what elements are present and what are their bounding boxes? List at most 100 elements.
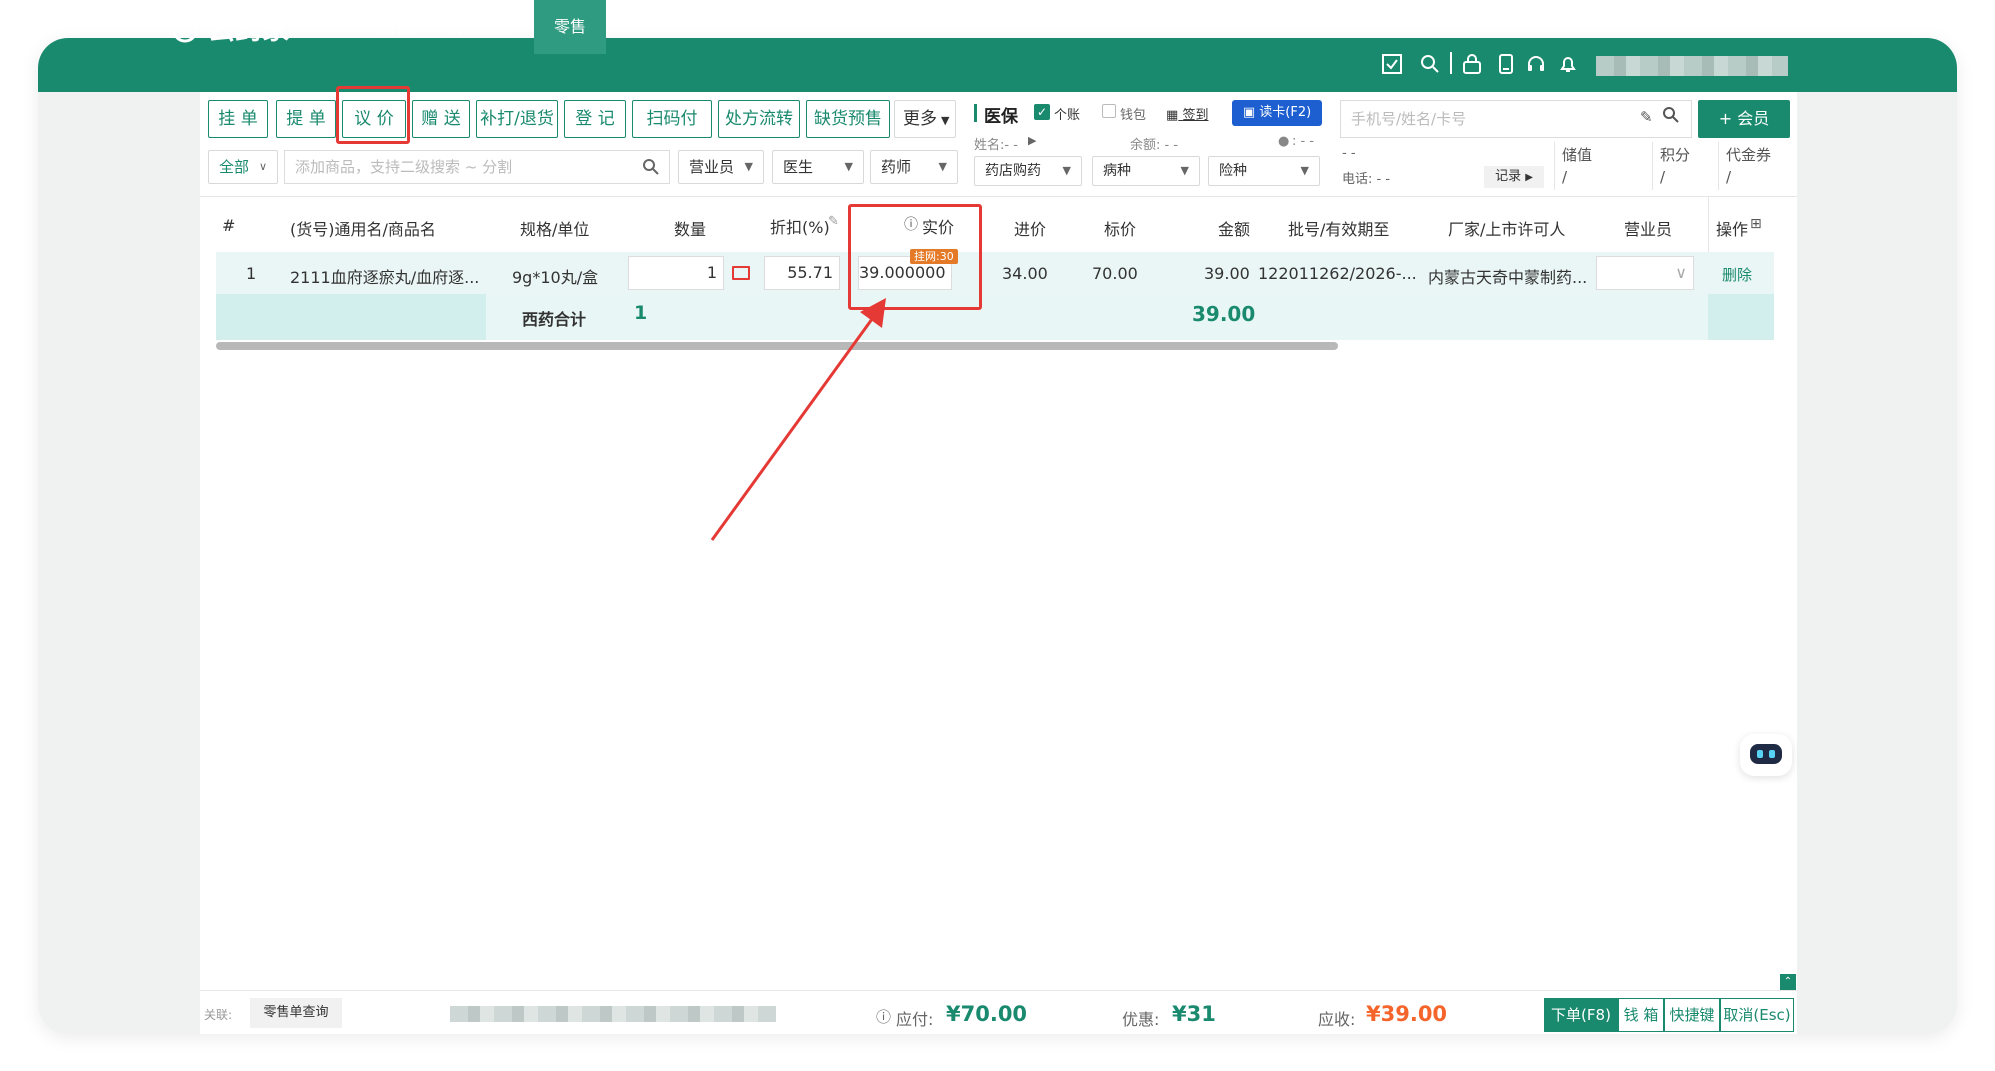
caret-down-icon: ▼: [938, 160, 947, 173]
payable-value: ¥70.00: [946, 1002, 1028, 1026]
col-header-purchase-price[interactable]: 进价: [1014, 216, 1046, 240]
tab-retail[interactable]: 零售: [534, 0, 606, 54]
discount-label: 优惠:: [1122, 1010, 1160, 1029]
insurance-type-value: 险种: [1219, 163, 1247, 179]
user-info-blurred: [1596, 56, 1788, 76]
tab-home[interactable]: 首页: [370, 0, 422, 54]
col-header-qty[interactable]: 数量: [674, 216, 706, 240]
receivable-value: ¥39.00: [1366, 1002, 1448, 1026]
row-index: 1: [246, 264, 257, 283]
calendar-icon: ▦: [1166, 108, 1179, 123]
device-icon[interactable]: [1496, 54, 1516, 78]
stored-value: /: [1562, 168, 1568, 186]
location-icon: ●: [1278, 134, 1290, 149]
order-query-button[interactable]: 零售单查询: [250, 998, 342, 1028]
record-label: 记录: [1495, 169, 1522, 184]
col-header-list-price[interactable]: 标价: [1104, 216, 1136, 240]
signin-link[interactable]: ▦ 签到: [1166, 104, 1208, 123]
tab-price-adjust[interactable]: 商品调价: [436, 0, 524, 54]
pharmacist-select[interactable]: 药师 ▼: [870, 150, 958, 184]
help-icon[interactable]: ⓘ: [876, 1006, 891, 1027]
insurance-extra: : - -: [1292, 134, 1315, 149]
wallet-checkbox[interactable]: [1102, 104, 1116, 118]
preorder-button[interactable]: 缺货预售: [806, 100, 890, 138]
col-header-amount[interactable]: 金额: [1218, 216, 1250, 240]
col-header-salesperson[interactable]: 营业员: [1624, 216, 1672, 240]
discount-input[interactable]: 55.71: [764, 256, 840, 290]
related-label: 关联:: [204, 1008, 233, 1022]
qty-input[interactable]: 1: [628, 256, 724, 290]
stored-value-label: 储值: [1562, 146, 1593, 164]
row-name: 2111血府逐瘀丸/血府逐...: [290, 268, 480, 287]
row-purchase-price: 34.00: [1002, 264, 1048, 283]
reprint-return-button[interactable]: 补打/退货: [476, 100, 558, 138]
summary-amount: 39.00: [1192, 302, 1256, 326]
row-spec: 9g*10丸/盒: [512, 268, 599, 287]
divider: [1450, 52, 1452, 74]
logo-icon: [168, 13, 202, 43]
salesperson-select[interactable]: 营业员 ▼: [678, 150, 764, 184]
divider: [1554, 142, 1555, 190]
col-header-discount[interactable]: 折扣(%): [770, 214, 830, 238]
insurance-balance: 余额: - -: [1130, 138, 1179, 153]
search-icon[interactable]: [1420, 54, 1440, 78]
gift-button[interactable]: 赠 送: [412, 100, 470, 138]
col-header-manufacturer[interactable]: 厂家/上市许可人: [1448, 216, 1565, 240]
edit-icon[interactable]: ✎: [828, 214, 839, 229]
col-header-spec[interactable]: 规格/单位: [520, 216, 589, 240]
read-card-button[interactable]: ▣ 读卡(F2): [1232, 100, 1322, 126]
bell-icon[interactable]: [1558, 54, 1578, 78]
divider: [1718, 142, 1719, 190]
product-search-input[interactable]: 添加商品，支持二级搜索 ~ 分割: [284, 150, 670, 184]
row-list-price: 70.00: [1092, 264, 1138, 283]
read-card-label: 读卡(F2): [1259, 105, 1312, 120]
col-header-batch[interactable]: 批号/有效期至: [1288, 216, 1389, 240]
chevron-right-icon: ▶: [1525, 172, 1533, 183]
card-icon: ▣: [1242, 105, 1256, 120]
disease-select[interactable]: 病种 ▼: [1092, 156, 1200, 186]
insurance-name: 姓名:- -: [974, 138, 1018, 153]
retrieve-order-button[interactable]: 提 单: [276, 100, 336, 138]
divider: [200, 196, 1797, 197]
caret-down-icon: ▼: [1062, 164, 1071, 177]
annotation-arrow: [710, 298, 886, 541]
col-header-name[interactable]: (货号)通用名/商品名: [290, 216, 436, 240]
record-button[interactable]: 记录 ▶: [1484, 166, 1544, 188]
assistant-widget[interactable]: [1740, 734, 1792, 776]
delete-link[interactable]: 删除: [1722, 264, 1752, 285]
personal-account-checkbox[interactable]: ✓: [1034, 104, 1050, 120]
lock-icon[interactable]: [1462, 54, 1482, 78]
voucher-label: 代金券: [1726, 146, 1772, 164]
edit-icon[interactable]: ✎: [1640, 108, 1653, 126]
prescription-transfer-button[interactable]: 处方流转: [718, 100, 800, 138]
robot-icon: [1750, 744, 1782, 764]
insurance-type-select[interactable]: 险种 ▼: [1208, 156, 1320, 186]
todo-icon[interactable]: [1382, 54, 1402, 78]
cancel-button[interactable]: 取消(Esc): [1720, 998, 1794, 1032]
chevron-right-icon[interactable]: ▶: [1028, 134, 1036, 147]
scan-pay-button[interactable]: 扫码付: [632, 100, 712, 138]
doctor-select[interactable]: 医生 ▼: [772, 150, 864, 184]
points-value: /: [1660, 168, 1666, 186]
hold-order-button[interactable]: 挂 单: [208, 100, 268, 138]
scroll-up-icon[interactable]: ⌃: [1780, 974, 1796, 990]
shortcuts-button[interactable]: 快捷键: [1664, 998, 1720, 1032]
purchase-type-select[interactable]: 药店购药 ▼: [974, 156, 1082, 186]
place-order-button[interactable]: 下单(F8): [1544, 998, 1618, 1032]
search-icon[interactable]: [642, 158, 660, 180]
register-button[interactable]: 登 记: [564, 100, 626, 138]
salesperson-value: 营业员: [689, 158, 735, 176]
row-salesperson-select[interactable]: ∨: [1596, 256, 1694, 290]
insurance-label: 医保: [984, 107, 1018, 127]
more-dropdown[interactable]: 更多 ▼: [894, 100, 956, 138]
search-scope-select[interactable]: 全部 ∨: [208, 150, 278, 184]
col-header-action: 操作: [1716, 220, 1749, 239]
member-search-icon[interactable]: [1662, 106, 1680, 128]
add-member-button[interactable]: + 会员: [1698, 100, 1790, 138]
caret-down-icon: ▼: [1300, 164, 1309, 177]
pharmacist-value: 药师: [881, 158, 912, 176]
stock-icon[interactable]: [732, 266, 750, 280]
grid-icon[interactable]: ⊞: [1750, 216, 1762, 232]
headset-icon[interactable]: [1526, 54, 1546, 78]
cash-drawer-button[interactable]: 钱 箱: [1618, 998, 1664, 1032]
